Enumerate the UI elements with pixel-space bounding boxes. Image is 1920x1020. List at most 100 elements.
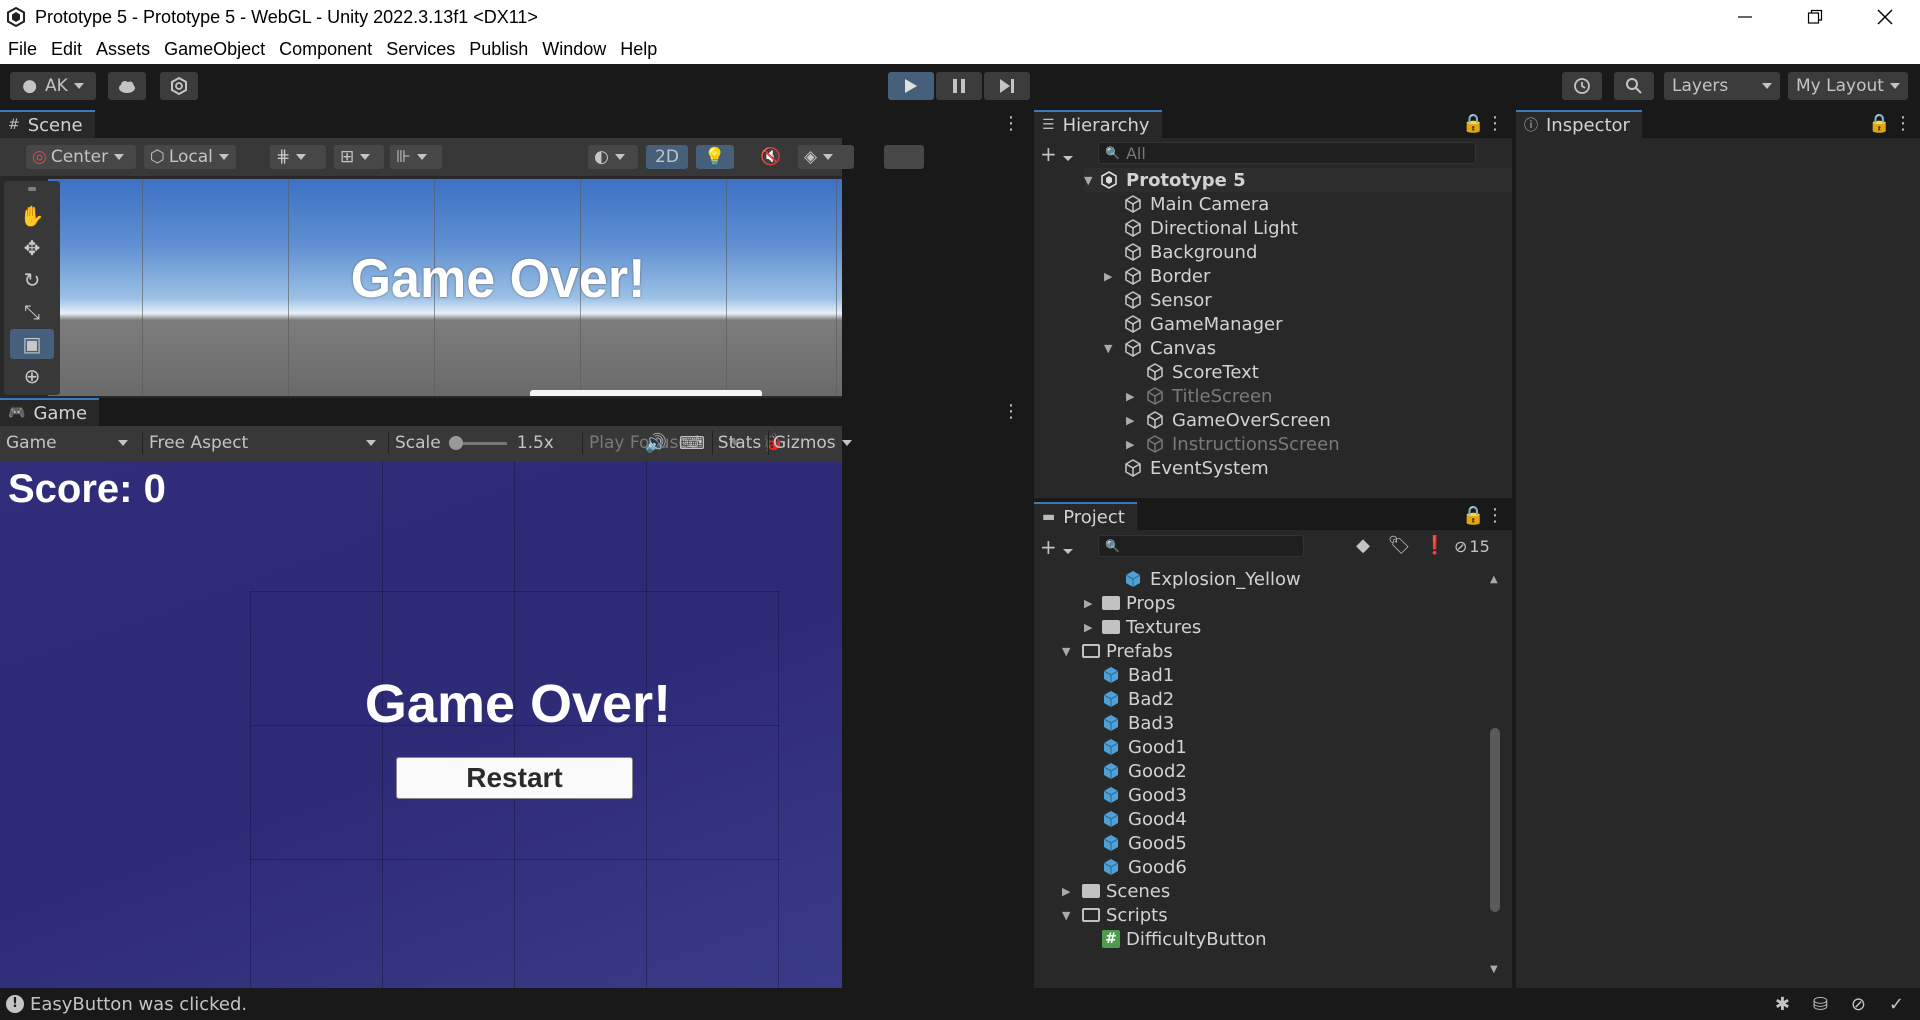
- project-lock-icon[interactable]: 🔒: [1462, 506, 1484, 526]
- audio-mute-icon[interactable]: 🔇: [752, 145, 790, 169]
- inspector-menu-icon[interactable]: ⋮: [1894, 114, 1912, 134]
- inspector-lock-icon[interactable]: 🔒: [1868, 114, 1890, 134]
- hand-tool-icon[interactable]: ✋: [10, 201, 54, 231]
- hierarchy-menu-icon[interactable]: ⋮: [1486, 114, 1504, 134]
- project-item[interactable]: Good4: [1102, 807, 1187, 831]
- audio-icon[interactable]: 🔊: [640, 433, 672, 455]
- hierarchy-item[interactable]: Main Camera: [1124, 192, 1269, 216]
- collapse-arrow-icon[interactable]: ▼: [1104, 342, 1124, 355]
- project-item[interactable]: Explosion_Yellow: [1124, 567, 1301, 591]
- project-item[interactable]: Good6: [1102, 855, 1187, 879]
- expand-arrow-icon[interactable]: ▶: [1084, 597, 1102, 610]
- shading-mode-icon[interactable]: ◐: [588, 145, 638, 169]
- auto-generate-lighting-icon[interactable]: ⊘: [1851, 994, 1866, 1015]
- progress-check-icon[interactable]: ✓: [1889, 994, 1904, 1015]
- project-item[interactable]: Good3: [1102, 783, 1187, 807]
- collapse-arrow-icon[interactable]: ▼: [1062, 909, 1082, 922]
- console-message[interactable]: EasyButton was clicked.: [30, 994, 247, 1015]
- project-item[interactable]: ▶ Scenes: [1062, 879, 1170, 903]
- project-menu-icon[interactable]: ⋮: [1486, 506, 1504, 526]
- menu-publish[interactable]: Publish: [469, 39, 528, 60]
- restart-button[interactable]: Restart: [396, 757, 633, 799]
- space-dropdown[interactable]: ⬡ Local: [144, 145, 236, 169]
- tab-scene[interactable]: # Scene: [0, 110, 95, 138]
- grid-snap-icon[interactable]: ⋕: [270, 145, 326, 169]
- move-tool-icon[interactable]: ✥: [10, 233, 54, 263]
- hierarchy-lock-icon[interactable]: 🔒: [1462, 114, 1484, 134]
- hierarchy-item[interactable]: ▶ TitleScreen: [1126, 384, 1272, 408]
- stats-button[interactable]: Stats: [712, 431, 766, 455]
- project-scrollbar[interactable]: ▲ ▼: [1490, 566, 1500, 980]
- hierarchy-item[interactable]: ▶ GameOverScreen: [1126, 408, 1331, 432]
- step-button[interactable]: [984, 72, 1030, 100]
- menu-gameobject[interactable]: GameObject: [164, 39, 265, 60]
- play-button[interactable]: [888, 72, 934, 100]
- project-item[interactable]: Bad3: [1102, 711, 1174, 735]
- project-item[interactable]: # DifficultyButton: [1102, 927, 1267, 951]
- menu-services[interactable]: Services: [386, 39, 455, 60]
- warning-icon[interactable]: ❗: [1420, 535, 1450, 557]
- menu-edit[interactable]: Edit: [51, 39, 82, 60]
- gizmos-dropdown[interactable]: Gizmos: [768, 431, 852, 455]
- tab-game[interactable]: 🎮 Game: [0, 398, 100, 426]
- tab-hierarchy[interactable]: ☰ Hierarchy: [1034, 110, 1162, 138]
- close-icon[interactable]: [1850, 0, 1920, 34]
- hierarchy-item[interactable]: Directional Light: [1124, 216, 1298, 240]
- project-scrollbar-thumb[interactable]: [1490, 728, 1500, 912]
- project-item[interactable]: Bad2: [1102, 687, 1174, 711]
- expand-arrow-icon[interactable]: ▶: [1104, 270, 1124, 283]
- hierarchy-item[interactable]: Sensor: [1124, 288, 1212, 312]
- cloud-icon[interactable]: [108, 72, 146, 100]
- project-item[interactable]: Good1: [1102, 735, 1187, 759]
- restore-icon[interactable]: [1780, 0, 1850, 34]
- pivot-dropdown[interactable]: ◎ Center: [26, 145, 136, 169]
- rotate-tool-icon[interactable]: ↻: [10, 265, 54, 295]
- layout-dropdown[interactable]: My Layout: [1788, 72, 1908, 100]
- create-add-icon[interactable]: +: [1040, 535, 1073, 559]
- keyboard-icon[interactable]: ⌨: [676, 433, 708, 455]
- cache-server-icon[interactable]: ⛁: [1813, 994, 1828, 1015]
- game-viewport[interactable]: Score: 0 Game Over! Restart: [0, 461, 842, 988]
- expand-arrow-icon[interactable]: ▶: [1062, 885, 1082, 898]
- history-icon[interactable]: [1562, 72, 1602, 100]
- project-search-input[interactable]: 🔍: [1098, 535, 1304, 557]
- pause-button[interactable]: [936, 72, 982, 100]
- menu-assets[interactable]: Assets: [96, 39, 150, 60]
- scale-tool-icon[interactable]: ⤡: [10, 297, 54, 327]
- hierarchy-item[interactable]: EventSystem: [1124, 456, 1269, 480]
- 2d-toggle[interactable]: 2D: [646, 145, 688, 169]
- menu-help[interactable]: Help: [620, 39, 657, 60]
- project-item[interactable]: Bad1: [1102, 663, 1174, 687]
- hierarchy-scene-root[interactable]: ▼ Prototype 5: [1084, 168, 1512, 192]
- debug-icon[interactable]: ✱: [1775, 994, 1790, 1015]
- minimize-icon[interactable]: [1710, 0, 1780, 34]
- hierarchy-item[interactable]: ▶ InstructionsScreen: [1126, 432, 1340, 456]
- effects-icon[interactable]: ◈: [798, 145, 854, 169]
- hierarchy-item[interactable]: Background: [1124, 240, 1257, 264]
- rect-tool-icon[interactable]: ▣: [10, 329, 54, 359]
- hidden-packages-toggle[interactable]: ⊘ 15: [1454, 535, 1510, 557]
- project-item[interactable]: ▼ Scripts: [1062, 903, 1168, 927]
- menu-component[interactable]: Component: [279, 39, 372, 60]
- ruler-icon[interactable]: ⊪: [390, 145, 442, 169]
- hierarchy-item[interactable]: ScoreText: [1146, 360, 1259, 384]
- expand-arrow-icon[interactable]: ▶: [1126, 390, 1146, 403]
- collapse-arrow-icon[interactable]: ▼: [1062, 645, 1082, 658]
- project-item[interactable]: ▼ Prefabs: [1062, 639, 1173, 663]
- project-item[interactable]: Good5: [1102, 831, 1187, 855]
- account-button[interactable]: ● AK: [10, 72, 96, 100]
- hierarchy-item[interactable]: ▼ Canvas: [1104, 336, 1216, 360]
- hierarchy-item[interactable]: GameManager: [1124, 312, 1283, 336]
- hierarchy-item[interactable]: ▶ Border: [1104, 264, 1210, 288]
- project-item[interactable]: ▶ Textures: [1084, 615, 1201, 639]
- expand-arrow-icon[interactable]: ▶: [1084, 621, 1102, 634]
- expand-arrow-icon[interactable]: ▶: [1126, 414, 1146, 427]
- scene-viewport[interactable]: Game Over!: [48, 179, 842, 396]
- services-icon[interactable]: [160, 72, 198, 100]
- snap-increment-icon[interactable]: ⊞: [334, 145, 384, 169]
- game-menu-icon[interactable]: ⋮: [1002, 402, 1020, 422]
- scene-menu-icon[interactable]: ⋮: [1002, 114, 1020, 134]
- hierarchy-search-input[interactable]: 🔍 All: [1098, 142, 1476, 164]
- layers-dropdown[interactable]: Layers: [1664, 72, 1780, 100]
- search-icon[interactable]: [1614, 72, 1654, 100]
